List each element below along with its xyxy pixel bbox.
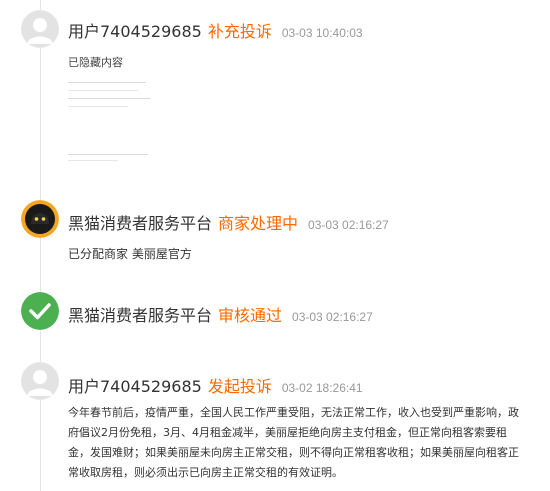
author-name: 黑猫消费者服务平台 bbox=[68, 214, 213, 233]
complaint-text: 今年春节前后，疫情严重，全国人民工作严重受阻，无法正常工作，收入也受到严重影响，… bbox=[68, 406, 519, 479]
status-label: 商家处理中 bbox=[218, 214, 299, 233]
green-check-icon bbox=[21, 292, 59, 330]
assignment-note: 已分配商家 美丽屋官方 bbox=[68, 247, 192, 261]
status-label: 补充投诉 bbox=[207, 22, 272, 41]
attachment-thumbnail[interactable] bbox=[68, 148, 152, 164]
author-name: 用户7404529685 bbox=[68, 377, 202, 396]
author-name: 用户7404529685 bbox=[68, 22, 202, 41]
entry-header: 用户7404529685 发起投诉 03-02 18:26:41 bbox=[68, 373, 363, 397]
entry-header: 黑猫消费者服务平台 审核通过 03-03 02:16:27 bbox=[68, 302, 373, 326]
entry-header: 黑猫消费者服务平台 商家处理中 03-03 02:16:27 bbox=[68, 210, 389, 234]
timestamp: 03-03 10:40:03 bbox=[281, 26, 363, 40]
hidden-content-note: 已隐藏内容 bbox=[68, 56, 123, 69]
user-avatar-icon bbox=[21, 362, 59, 400]
entry-header: 用户7404529685 补充投诉 03-03 10:40:03 bbox=[68, 18, 363, 42]
user-avatar-icon bbox=[21, 10, 59, 48]
status-label: 发起投诉 bbox=[207, 377, 272, 396]
status-label: 审核通过 bbox=[218, 306, 283, 325]
author-name: 黑猫消费者服务平台 bbox=[68, 306, 213, 325]
timestamp: 03-03 02:16:27 bbox=[308, 218, 389, 232]
black-cat-logo-icon bbox=[21, 200, 59, 238]
timeline-line bbox=[40, 0, 41, 491]
timestamp: 03-03 02:16:27 bbox=[292, 310, 373, 324]
timestamp: 03-02 18:26:41 bbox=[281, 381, 363, 395]
attachment-thumbnail[interactable] bbox=[68, 78, 152, 112]
